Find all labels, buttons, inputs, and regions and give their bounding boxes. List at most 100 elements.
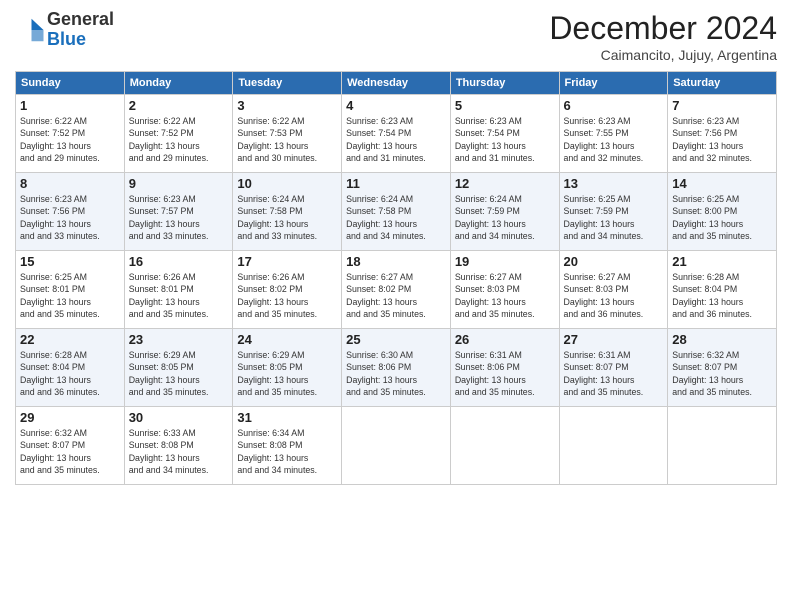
calendar-cell: 16 Sunrise: 6:26 AMSunset: 8:01 PMDayligh…: [124, 251, 233, 329]
day-info: Sunrise: 6:25 AMSunset: 8:01 PMDaylight:…: [20, 271, 120, 320]
calendar-cell: 15 Sunrise: 6:25 AMSunset: 8:01 PMDayligh…: [16, 251, 125, 329]
calendar-cell: 26Sunrise: 6:31 AMSunset: 8:06 PMDayligh…: [450, 329, 559, 407]
calendar-cell: 5 Sunrise: 6:23 AMSunset: 7:54 PMDaylight…: [450, 95, 559, 173]
day-info: Sunrise: 6:26 AMSunset: 8:02 PMDaylight:…: [237, 271, 337, 320]
logo-general: General: [47, 9, 114, 29]
calendar-cell: 18 Sunrise: 6:27 AMSunset: 8:02 PMDayligh…: [342, 251, 451, 329]
title-block: December 2024 Caimancito, Jujuy, Argenti…: [549, 10, 777, 63]
day-info: Sunrise: 6:28 AMSunset: 8:04 PMDaylight:…: [20, 349, 120, 398]
calendar-cell: 28 Sunrise: 6:32 AMSunset: 8:07 PMDayligh…: [668, 329, 777, 407]
day-info: Sunrise: 6:25 AMSunset: 7:59 PMDaylight:…: [564, 193, 664, 242]
day-number: 6: [564, 98, 664, 113]
day-number: 15: [20, 254, 120, 269]
day-number: 28: [672, 332, 772, 347]
day-info: Sunrise: 6:24 AMSunset: 7:59 PMDaylight:…: [455, 193, 555, 242]
logo-text: General Blue: [47, 10, 114, 50]
day-info: Sunrise: 6:31 AMSunset: 8:07 PMDaylight:…: [564, 349, 664, 398]
day-info: Sunrise: 6:26 AMSunset: 8:01 PMDaylight:…: [129, 271, 229, 320]
calendar-cell: 17 Sunrise: 6:26 AMSunset: 8:02 PMDayligh…: [233, 251, 342, 329]
calendar-cell: 19 Sunrise: 6:27 AMSunset: 8:03 PMDayligh…: [450, 251, 559, 329]
day-number: 5: [455, 98, 555, 113]
day-number: 19: [455, 254, 555, 269]
day-number: 13: [564, 176, 664, 191]
calendar-cell: 22Sunrise: 6:28 AMSunset: 8:04 PMDayligh…: [16, 329, 125, 407]
day-info: Sunrise: 6:28 AMSunset: 8:04 PMDaylight:…: [672, 271, 772, 320]
day-info: Sunrise: 6:32 AMSunset: 8:07 PMDaylight:…: [672, 349, 772, 398]
calendar-table: Sunday Monday Tuesday Wednesday Thursday…: [15, 71, 777, 485]
day-info: Sunrise: 6:24 AMSunset: 7:58 PMDaylight:…: [237, 193, 337, 242]
day-info: Sunrise: 6:32 AMSunset: 8:07 PMDaylight:…: [20, 427, 120, 476]
day-number: 29: [20, 410, 120, 425]
day-info: Sunrise: 6:30 AMSunset: 8:06 PMDaylight:…: [346, 349, 446, 398]
calendar-cell: 31 Sunrise: 6:34 AMSunset: 8:08 PMDayligh…: [233, 407, 342, 485]
day-info: Sunrise: 6:27 AMSunset: 8:02 PMDaylight:…: [346, 271, 446, 320]
day-number: 1: [20, 98, 120, 113]
day-number: 7: [672, 98, 772, 113]
calendar-cell: [668, 407, 777, 485]
header: General Blue December 2024 Caimancito, J…: [15, 10, 777, 63]
day-number: 16: [129, 254, 229, 269]
col-friday: Friday: [559, 72, 668, 95]
day-info: Sunrise: 6:29 AMSunset: 8:05 PMDaylight:…: [237, 349, 337, 398]
calendar-cell: 24Sunrise: 6:29 AMSunset: 8:05 PMDayligh…: [233, 329, 342, 407]
day-info: Sunrise: 6:22 AMSunset: 7:52 PMDaylight:…: [129, 115, 229, 164]
day-number: 4: [346, 98, 446, 113]
main-container: General Blue December 2024 Caimancito, J…: [0, 0, 792, 490]
day-number: 30: [129, 410, 229, 425]
calendar-cell: 3Sunrise: 6:22 AMSunset: 7:53 PMDaylight…: [233, 95, 342, 173]
calendar-cell: 25Sunrise: 6:30 AMSunset: 8:06 PMDayligh…: [342, 329, 451, 407]
calendar-cell: 27 Sunrise: 6:31 AMSunset: 8:07 PMDayligh…: [559, 329, 668, 407]
calendar-cell: 14 Sunrise: 6:25 AMSunset: 8:00 PMDayligh…: [668, 173, 777, 251]
calendar-cell: 1 Sunrise: 6:22 AMSunset: 7:52 PMDaylight…: [16, 95, 125, 173]
day-number: 12: [455, 176, 555, 191]
day-number: 9: [129, 176, 229, 191]
calendar-cell: 8Sunrise: 6:23 AMSunset: 7:56 PMDaylight…: [16, 173, 125, 251]
day-number: 10: [237, 176, 337, 191]
col-sunday: Sunday: [16, 72, 125, 95]
day-number: 17: [237, 254, 337, 269]
day-number: 14: [672, 176, 772, 191]
day-number: 20: [564, 254, 664, 269]
calendar-cell: [559, 407, 668, 485]
calendar-cell: 21 Sunrise: 6:28 AMSunset: 8:04 PMDayligh…: [668, 251, 777, 329]
col-wednesday: Wednesday: [342, 72, 451, 95]
day-info: Sunrise: 6:34 AMSunset: 8:08 PMDaylight:…: [237, 427, 337, 476]
calendar-cell: 10 Sunrise: 6:24 AMSunset: 7:58 PMDayligh…: [233, 173, 342, 251]
col-monday: Monday: [124, 72, 233, 95]
calendar-cell: 2 Sunrise: 6:22 AMSunset: 7:52 PMDaylight…: [124, 95, 233, 173]
location-subtitle: Caimancito, Jujuy, Argentina: [549, 47, 777, 63]
day-number: 27: [564, 332, 664, 347]
day-info: Sunrise: 6:27 AMSunset: 8:03 PMDaylight:…: [455, 271, 555, 320]
logo-blue: Blue: [47, 29, 86, 49]
calendar-cell: 23Sunrise: 6:29 AMSunset: 8:05 PMDayligh…: [124, 329, 233, 407]
day-info: Sunrise: 6:22 AMSunset: 7:53 PMDaylight:…: [237, 115, 337, 164]
day-number: 21: [672, 254, 772, 269]
day-number: 2: [129, 98, 229, 113]
calendar-cell: 13 Sunrise: 6:25 AMSunset: 7:59 PMDayligh…: [559, 173, 668, 251]
day-info: Sunrise: 6:23 AMSunset: 7:54 PMDaylight:…: [455, 115, 555, 164]
calendar-cell: 9Sunrise: 6:23 AMSunset: 7:57 PMDaylight…: [124, 173, 233, 251]
day-info: Sunrise: 6:23 AMSunset: 7:54 PMDaylight:…: [346, 115, 446, 164]
calendar-cell: 12 Sunrise: 6:24 AMSunset: 7:59 PMDayligh…: [450, 173, 559, 251]
col-tuesday: Tuesday: [233, 72, 342, 95]
logo: General Blue: [15, 10, 114, 50]
day-number: 11: [346, 176, 446, 191]
calendar-cell: 29 Sunrise: 6:32 AMSunset: 8:07 PMDayligh…: [16, 407, 125, 485]
calendar-cell: [450, 407, 559, 485]
day-number: 18: [346, 254, 446, 269]
calendar-cell: 30Sunrise: 6:33 AMSunset: 8:08 PMDayligh…: [124, 407, 233, 485]
day-number: 31: [237, 410, 337, 425]
day-info: Sunrise: 6:27 AMSunset: 8:03 PMDaylight:…: [564, 271, 664, 320]
calendar-cell: 11 Sunrise: 6:24 AMSunset: 7:58 PMDayligh…: [342, 173, 451, 251]
day-info: Sunrise: 6:23 AMSunset: 7:56 PMDaylight:…: [672, 115, 772, 164]
month-title: December 2024: [549, 10, 777, 47]
day-info: Sunrise: 6:24 AMSunset: 7:58 PMDaylight:…: [346, 193, 446, 242]
day-info: Sunrise: 6:29 AMSunset: 8:05 PMDaylight:…: [129, 349, 229, 398]
day-info: Sunrise: 6:22 AMSunset: 7:52 PMDaylight:…: [20, 115, 120, 164]
col-thursday: Thursday: [450, 72, 559, 95]
day-info: Sunrise: 6:25 AMSunset: 8:00 PMDaylight:…: [672, 193, 772, 242]
calendar-cell: 7 Sunrise: 6:23 AMSunset: 7:56 PMDaylight…: [668, 95, 777, 173]
day-info: Sunrise: 6:23 AMSunset: 7:56 PMDaylight:…: [20, 193, 120, 242]
calendar-cell: [342, 407, 451, 485]
col-saturday: Saturday: [668, 72, 777, 95]
